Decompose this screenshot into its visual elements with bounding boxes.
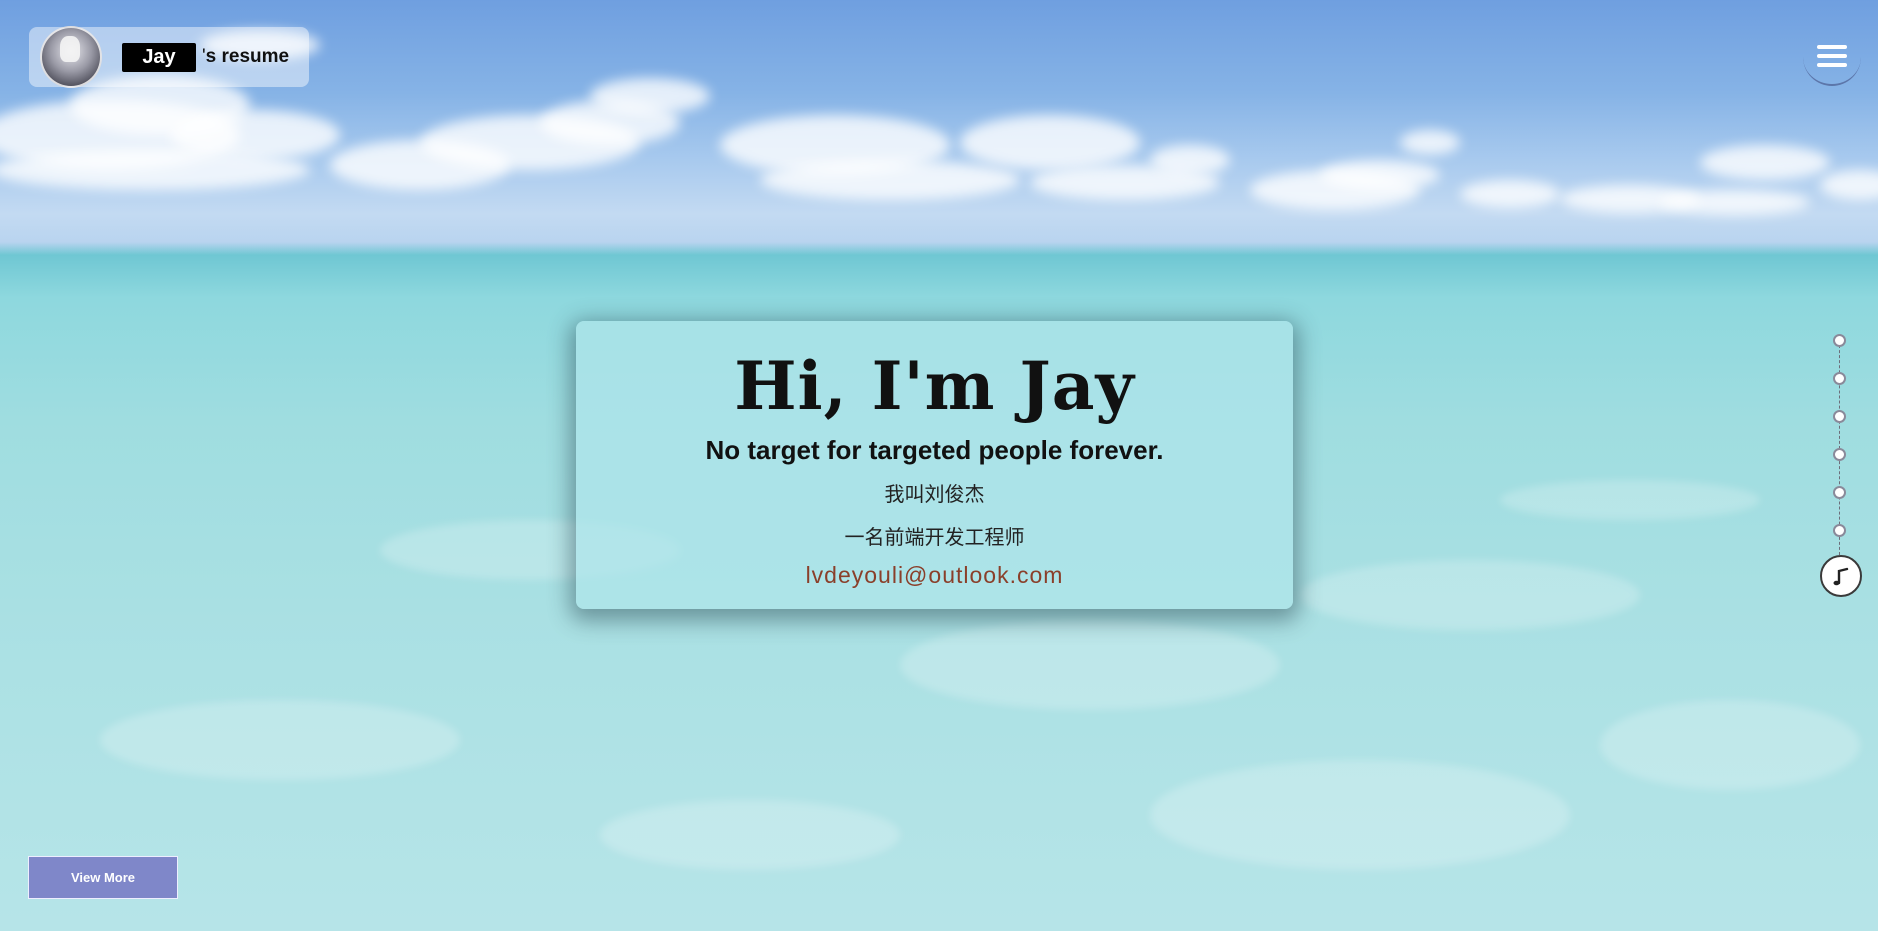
section-dot-2[interactable] [1833, 372, 1846, 385]
section-dot-6[interactable] [1833, 524, 1846, 537]
site-brand[interactable]: Jay 's resume [29, 26, 309, 88]
section-dot-nav [1816, 332, 1864, 600]
avatar-icon [40, 26, 102, 88]
music-toggle-button[interactable] [1820, 555, 1862, 597]
view-more-button[interactable]: View More [28, 856, 178, 899]
menu-bar [1817, 45, 1847, 49]
email-link[interactable]: lvdeyouli@outlook.com [576, 562, 1293, 589]
hamburger-menu-icon[interactable] [1803, 28, 1861, 86]
page-background: Jay 's resume Hi, I'm Jay No target for … [0, 0, 1878, 931]
music-note-icon [1833, 567, 1849, 586]
section-dot-3[interactable] [1833, 410, 1846, 423]
menu-bar [1817, 63, 1847, 67]
menu-bar [1817, 54, 1847, 58]
hero-motto: No target for targeted people forever. [705, 435, 1164, 465]
section-dot-4[interactable] [1833, 448, 1846, 461]
resume-title: 's resume [202, 46, 289, 68]
hero-heading: Hi, I'm Jay [734, 347, 1135, 425]
hero-cn-role: 一名前端开发工程师 [844, 525, 1025, 549]
section-dot-1[interactable] [1833, 334, 1846, 347]
intro-card: Hi, I'm Jay No target for targeted peopl… [576, 321, 1293, 609]
section-dot-5[interactable] [1833, 486, 1846, 499]
hero-cn-name: 我叫刘俊杰 [884, 482, 985, 506]
name-tag: Jay [122, 42, 196, 72]
title-suffix: s resume [205, 46, 290, 67]
